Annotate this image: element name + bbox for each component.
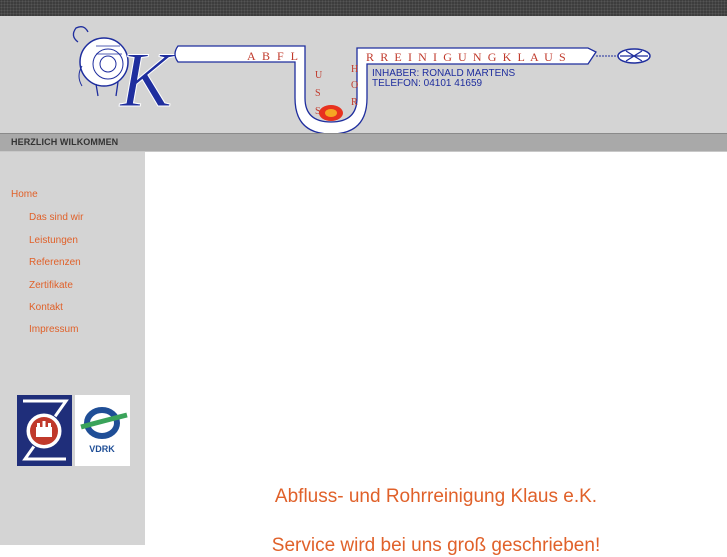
pipe-text-u: U: [315, 70, 323, 81]
pipe-text-o: O: [351, 80, 358, 91]
pipe-text-rreinigung-klaus: R R E I N I G U N G K L A U S: [366, 50, 567, 64]
sidebar: Home Das sind wir Leistungen Referenzen …: [0, 152, 145, 545]
page-subtitle: Service wird bei uns groß geschrieben!: [271, 535, 601, 556]
sidebar-item-kontakt[interactable]: Kontakt: [29, 302, 63, 313]
sidebar-item-zertifikate[interactable]: Zertifikate: [29, 280, 73, 291]
sidebar-item-referenzen[interactable]: Referenzen: [29, 257, 81, 268]
sidebar-item-das-sind-wir[interactable]: Das sind wir: [29, 212, 83, 223]
logo-k-letter: K: [119, 36, 176, 123]
pipe-text-abfl: A B F L: [247, 49, 300, 63]
pipe-text-s1: S: [315, 88, 321, 99]
vdrk-badge-icon[interactable]: VDRK: [75, 395, 130, 466]
vdrk-badge-text: VDRK: [89, 444, 115, 454]
sidebar-item-home[interactable]: Home: [11, 189, 38, 200]
pipe-text-h: H: [351, 64, 358, 75]
welcome-strip: HERZLICH WILKOMMEN: [0, 133, 727, 152]
pipe-text-s2: S: [315, 106, 321, 117]
company-logo-banner: K A B F L U S S H O R R R E I N I G U N …: [72, 26, 651, 133]
phone-text: TELEFON: 04101 41659: [372, 78, 483, 89]
sidebar-item-impressum[interactable]: Impressum: [29, 324, 78, 335]
main-content: Abfluss- und Rohrreinigung Klaus e.K. Se…: [145, 152, 727, 556]
top-texture-bar: [0, 0, 727, 16]
certification-badges: VDRK: [17, 395, 130, 466]
sidebar-item-leistungen[interactable]: Leistungen: [29, 235, 78, 246]
drain-spiral-head-icon: [617, 48, 651, 64]
site-header: K A B F L U S S H O R R R E I N I G U N …: [0, 16, 727, 133]
hamburg-guild-badge-icon[interactable]: [17, 395, 72, 466]
pipe-text-r: R: [351, 97, 358, 108]
welcome-label: HERZLICH WILKOMMEN: [11, 137, 119, 147]
page-title: Abfluss- und Rohrreinigung Klaus e.K.: [274, 486, 598, 507]
